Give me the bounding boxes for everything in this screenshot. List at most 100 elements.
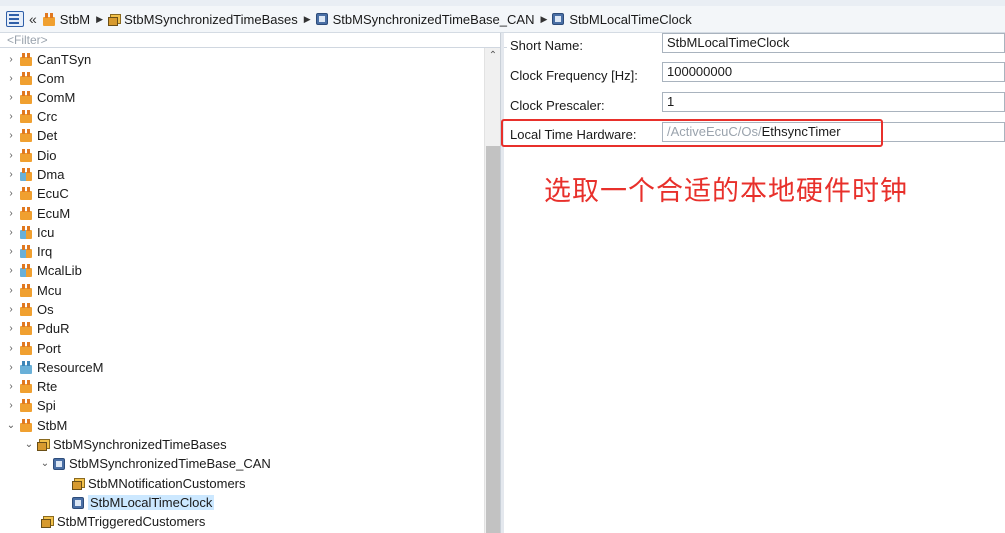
tree-item-ecum[interactable]: › EcuM xyxy=(6,204,484,223)
tree-item-comm[interactable]: › ComM xyxy=(6,88,484,107)
clock-frequency-field[interactable]: 100000000 xyxy=(662,62,1005,82)
breadcrumb-item-time-bases[interactable]: StbMSynchronizedTimeBases xyxy=(108,12,298,27)
clock-frequency-value: 100000000 xyxy=(667,64,733,79)
collapse-chevron-icon[interactable]: ⌄ xyxy=(24,439,34,450)
collapse-chevron-icon[interactable]: ⌄ xyxy=(40,458,50,469)
navigator-icon[interactable] xyxy=(6,11,24,27)
breadcrumb-label: StbMLocalTimeClock xyxy=(569,11,692,27)
tree-item-det[interactable]: › Det xyxy=(6,126,484,145)
expand-chevron-icon[interactable]: › xyxy=(6,130,16,141)
container-icon xyxy=(41,516,54,528)
tree-item-irq[interactable]: › Irq xyxy=(6,242,484,261)
tree-item-synchronized-time-bases[interactable]: ⌄ StbMSynchronizedTimeBases xyxy=(24,435,484,454)
tree-item-label: StbMLocalTimeClock xyxy=(88,495,215,510)
expand-chevron-icon[interactable]: › xyxy=(6,381,16,392)
instance-icon xyxy=(72,496,84,509)
tree-item-mcallib[interactable]: › McalLib xyxy=(6,261,484,280)
tree-item-label: StbMSynchronizedTimeBase_CAN xyxy=(69,456,271,471)
tree-item-dma[interactable]: › Dma xyxy=(6,165,484,184)
breadcrumb-label: StbM xyxy=(59,11,91,27)
module-icon xyxy=(19,342,33,355)
tree-item-rte[interactable]: › Rte xyxy=(6,377,484,396)
tree-item-notification-customers[interactable]: StbMNotificationCustomers xyxy=(59,474,484,493)
module-icon xyxy=(19,149,33,162)
tree-item-mcu[interactable]: › Mcu xyxy=(6,281,484,300)
tree-item-cantsyn[interactable]: › CanTSyn xyxy=(6,50,484,69)
tree-item-os[interactable]: › Os xyxy=(6,300,484,319)
module-icon xyxy=(19,380,33,393)
breadcrumb-separator-icon: ▶ xyxy=(96,13,104,24)
tree-item-label: StbMSynchronizedTimeBases xyxy=(53,437,227,452)
module-tree: › CanTSyn › Com › ComM › Crc › Det › Dio › Dma … xyxy=(0,48,484,533)
tree-item-time-base-can[interactable]: ⌄ StbMSynchronizedTimeBase_CAN xyxy=(40,454,484,473)
annotation-text: 选取一个合适的本地硬件时钟 xyxy=(544,176,908,206)
container-icon xyxy=(108,13,122,26)
breadcrumb-item-stbm[interactable]: StbM xyxy=(42,12,90,27)
module-icon xyxy=(19,264,33,277)
tree-item-label: EcuC xyxy=(37,186,69,201)
tree-item-local-time-clock[interactable]: StbMLocalTimeClock xyxy=(59,493,484,512)
expand-chevron-icon[interactable]: › xyxy=(6,227,16,238)
expand-chevron-icon[interactable]: › xyxy=(6,362,16,373)
expand-chevron-icon[interactable]: › xyxy=(6,265,16,276)
breadcrumb-separator-icon: ▶ xyxy=(303,13,311,24)
clock-prescaler-label: Clock Prescaler: xyxy=(510,98,605,113)
module-icon xyxy=(19,129,33,142)
expand-chevron-icon[interactable]: › xyxy=(6,304,16,315)
collapse-chevron-icon[interactable]: ⌄ xyxy=(6,420,16,431)
tree-item-stbm[interactable]: ⌄ StbM xyxy=(6,416,484,435)
expand-chevron-icon[interactable]: › xyxy=(6,400,16,411)
tree-item-pdur[interactable]: › PduR xyxy=(6,319,484,338)
expand-chevron-icon[interactable]: › xyxy=(6,92,16,103)
expand-chevron-icon[interactable]: › xyxy=(6,169,16,180)
module-icon xyxy=(19,245,33,258)
expand-chevron-icon[interactable]: › xyxy=(6,323,16,334)
instance-icon xyxy=(552,13,565,25)
short-name-value: StbMLocalTimeClock xyxy=(667,35,790,50)
scroll-up-icon[interactable]: ⌃ xyxy=(485,48,501,64)
clock-prescaler-value: 1 xyxy=(667,94,675,109)
breadcrumb-item-time-base-can[interactable]: StbMSynchronizedTimeBase_CAN xyxy=(315,12,534,27)
tree-item-spi[interactable]: › Spi xyxy=(6,396,484,415)
tree-item-triggered-customers[interactable]: StbMTriggeredCustomers xyxy=(28,512,484,531)
highlight-box xyxy=(501,119,883,147)
expand-chevron-icon[interactable]: › xyxy=(6,285,16,296)
module-icon xyxy=(19,91,33,104)
container-icon xyxy=(72,478,85,490)
module-icon xyxy=(19,53,33,66)
tree-item-icu[interactable]: › Icu xyxy=(6,223,484,242)
module-icon xyxy=(19,419,33,432)
tree-item-label: Crc xyxy=(37,109,58,124)
clock-frequency-label: Clock Frequency [Hz]: xyxy=(510,68,638,83)
filter-input[interactable]: <Filter> xyxy=(0,33,507,48)
expand-chevron-icon[interactable]: › xyxy=(6,54,16,65)
tree-item-label: StbMTriggeredCustomers xyxy=(57,514,206,529)
tree-item-port[interactable]: › Port xyxy=(6,339,484,358)
tree-item-dio[interactable]: › Dio xyxy=(6,146,484,165)
properties-panel: Short Name: StbMLocalTimeClock Clock Fre… xyxy=(501,33,1005,533)
breadcrumb-item-local-time-clock[interactable]: StbMLocalTimeClock xyxy=(552,11,692,27)
clock-prescaler-field[interactable]: 1 xyxy=(662,92,1005,112)
breadcrumb-label: StbMSynchronizedTimeBases xyxy=(124,11,298,27)
expand-chevron-icon[interactable]: › xyxy=(6,208,16,219)
expand-chevron-icon[interactable]: › xyxy=(6,150,16,161)
scrollbar-thumb[interactable] xyxy=(486,146,500,533)
tree-item-com[interactable]: › Com xyxy=(6,69,484,88)
tree-item-ecuc[interactable]: › EcuC xyxy=(6,184,484,203)
tree-item-label: StbM xyxy=(37,418,68,433)
module-icon xyxy=(19,361,33,374)
breadcrumb-separator-icon: ▶ xyxy=(540,13,548,24)
back-history-icon[interactable]: « xyxy=(29,11,37,27)
expand-chevron-icon[interactable]: › xyxy=(6,246,16,257)
short-name-field[interactable]: StbMLocalTimeClock xyxy=(662,33,1005,53)
tree-item-label: CanTSyn xyxy=(37,52,92,67)
expand-chevron-icon[interactable]: › xyxy=(6,188,16,199)
expand-chevron-icon[interactable]: › xyxy=(6,343,16,354)
tree-item-crc[interactable]: › Crc xyxy=(6,107,484,126)
tree-item-label: Com xyxy=(37,71,65,86)
expand-chevron-icon[interactable]: › xyxy=(6,73,16,84)
tree-item-resourcem[interactable]: › ResourceM xyxy=(6,358,484,377)
expand-chevron-icon[interactable]: › xyxy=(6,111,16,122)
tree-scrollbar[interactable]: ⌃ xyxy=(484,48,501,533)
tree-item-label: Icu xyxy=(37,225,55,240)
